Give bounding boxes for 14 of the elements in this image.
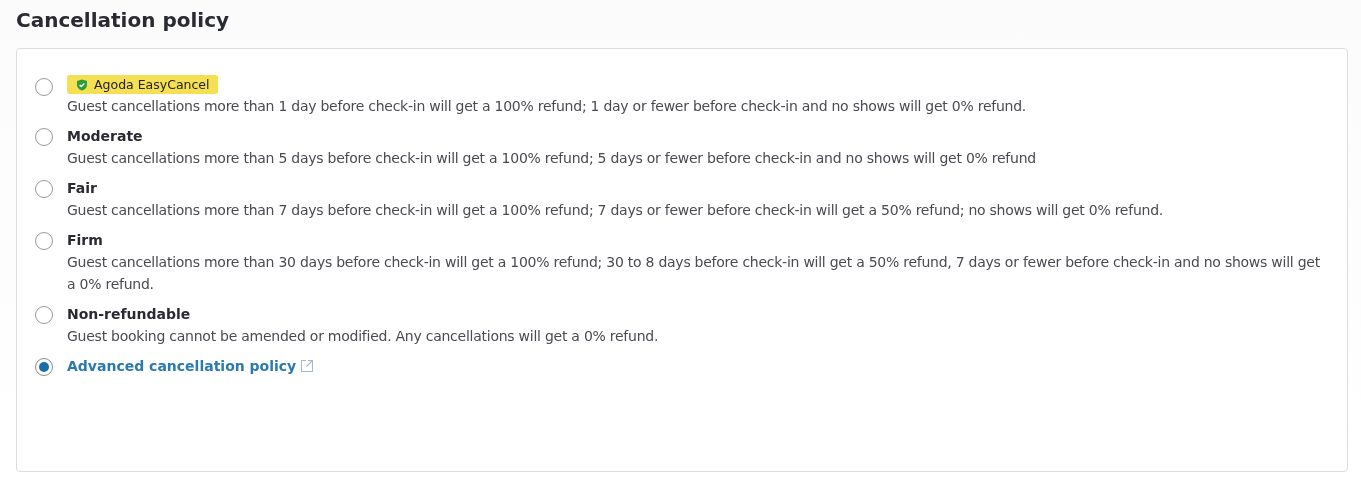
option-label: Moderate (67, 127, 143, 144)
option-description: Guest cancellations more than 1 day before check-in will get a 100% refund; 1 day or fewer before check-in and no shows will get 0% refund. (67, 96, 1028, 116)
option-label: Non-refundable (67, 305, 191, 322)
option-description: Guest cancellations more than 30 days before check-in will get a 100% refund; 30 to 8 days before check-in will get a 50% refund, 7 days or fewer before check-in and no shows will get a 0% refund. (67, 252, 1321, 294)
option-description: Guest cancellations more than 5 days before check-in will get a 100% refund; 5 days or fewer before check-in and no shows will get 0% refund (67, 148, 1037, 168)
option-description: Guest cancellations more than 7 days before check-in will get a 100% refund; 7 days or fewer before check-in will get a 50% refund; no shows will get 0% refund. (67, 200, 1164, 220)
option-label: Firm (67, 231, 103, 248)
section-title: Cancellation policy (16, 7, 231, 34)
advanced-policy-link[interactable]: Advanced cancellation policy (67, 354, 297, 377)
option-description: Guest booking cannot be amended or modified. Any cancellations will get a 0% refund. (67, 326, 660, 346)
shield-check-icon (76, 78, 88, 91)
easycancel-badge: Agoda EasyCancel (67, 75, 218, 94)
external-link-icon (300, 358, 315, 373)
option-label: Fair (67, 179, 97, 196)
